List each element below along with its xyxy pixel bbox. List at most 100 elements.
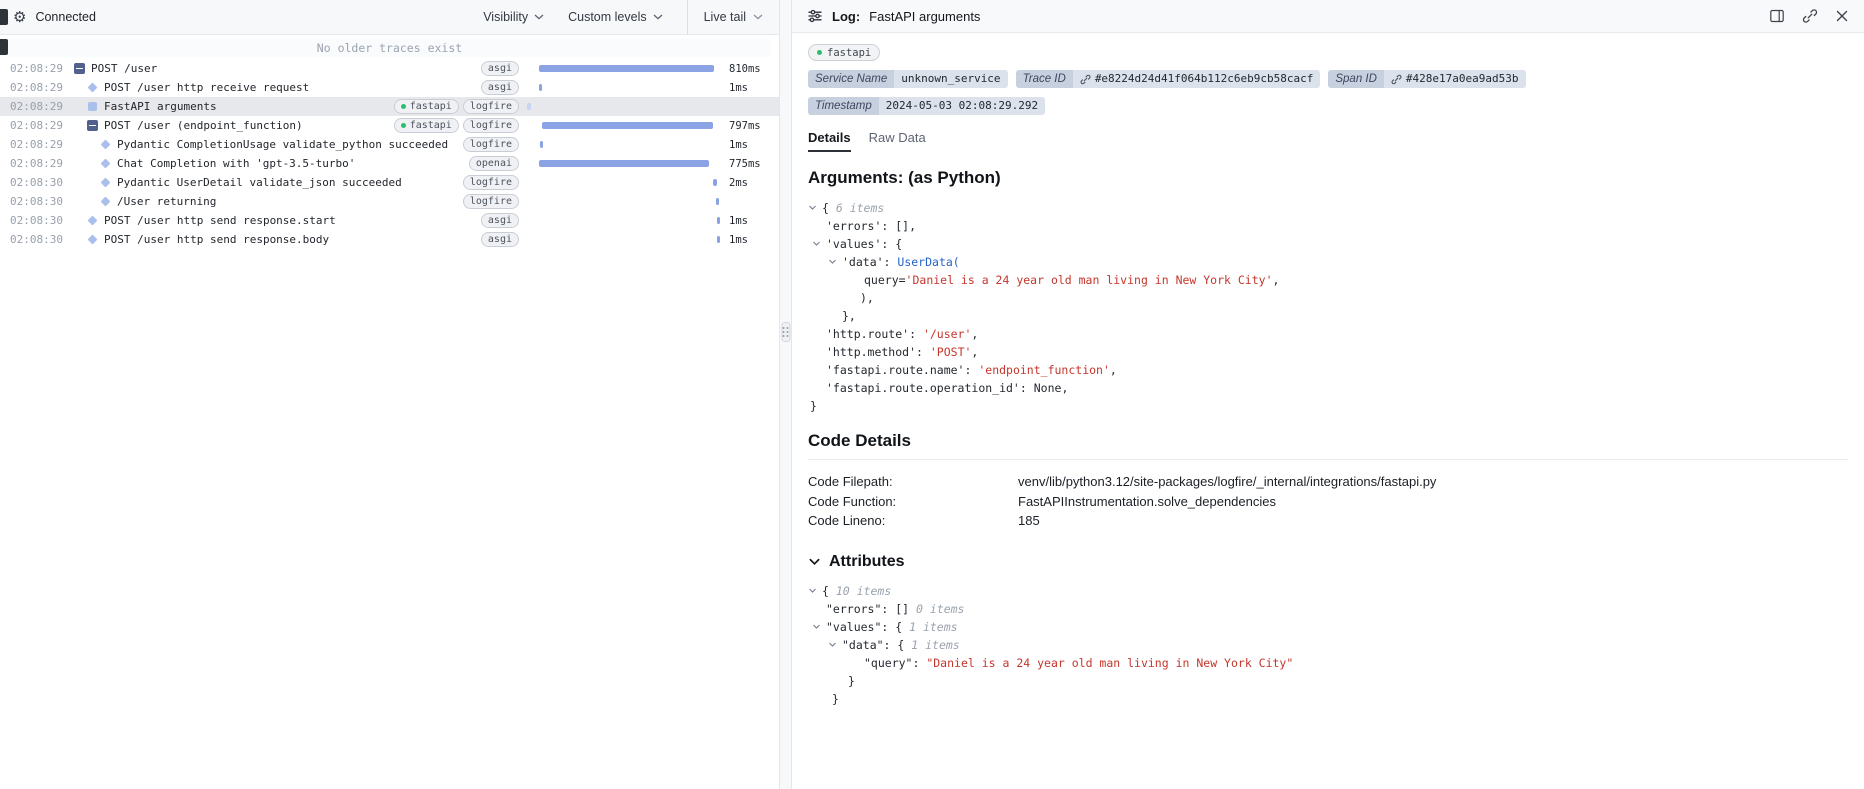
- code-line: 'http.method': 'POST',: [808, 343, 1848, 361]
- left-edge-partial-icon: [0, 39, 8, 55]
- settings-gear-icon[interactable]: ⚙: [13, 10, 26, 25]
- trace-id-label: Trace ID: [1016, 70, 1073, 88]
- code-token: 'Daniel is a 24 year old man living in N…: [906, 273, 1273, 287]
- meta-row-ids: Service Name unknown_service Trace ID #e…: [808, 70, 1848, 88]
- code-token: query=: [864, 273, 906, 287]
- code-token: "values": [826, 620, 881, 634]
- trace-row[interactable]: 02:08:29Pydantic CompletionUsage validat…: [0, 135, 779, 154]
- timestamp-pill: Timestamp 2024-05-03 02:08:29.292: [808, 97, 1045, 115]
- code-filepath-row: Code Filepath: venv/lib/python3.12/site-…: [808, 472, 1848, 492]
- code-line: }: [808, 397, 1848, 415]
- visibility-dropdown[interactable]: Visibility: [483, 10, 544, 24]
- trace-label: POST /user http receive request: [104, 81, 309, 94]
- connection-status: Connected: [35, 10, 95, 24]
- span-id-value: #428e17a0ea9ad53b: [1406, 70, 1519, 88]
- code-token: "Daniel is a 24 year old man living in N…: [926, 656, 1293, 670]
- attributes-heading[interactable]: Attributes: [808, 553, 1848, 571]
- duration-track: [527, 135, 723, 154]
- chevron-down-icon: [753, 14, 763, 20]
- code-details-table: Code Filepath: venv/lib/python3.12/site-…: [808, 472, 1848, 531]
- meta-row-timestamp: Timestamp 2024-05-03 02:08:29.292: [808, 97, 1848, 115]
- code-token: "errors": [826, 602, 881, 616]
- trace-row[interactable]: 02:08:30 POST /user http send response.st…: [0, 211, 779, 230]
- panel-resize-handle[interactable]: [781, 322, 790, 342]
- trace-label: Pydantic UserDetail validate_json succee…: [117, 176, 402, 189]
- span-id-value-wrap[interactable]: #428e17a0ea9ad53b: [1384, 70, 1526, 88]
- span-collapse-icon[interactable]: [72, 63, 86, 74]
- code-line: "values": { 1 items: [808, 618, 1848, 636]
- trace-row[interactable]: 02:08:30Pydantic UserDetail validate_jso…: [0, 173, 779, 192]
- duration-label: 1ms: [723, 139, 779, 151]
- trace-label: POST /user http send response.start: [104, 214, 336, 227]
- green-dot-icon: [401, 104, 406, 109]
- scope-badge-label: fastapi: [827, 47, 871, 59]
- code-token: :: [1020, 381, 1034, 395]
- trace-row[interactable]: 02:08:29Chat Completion with 'gpt-3.5-tu…: [0, 154, 779, 173]
- trace-timestamp: 02:08:29: [10, 119, 72, 132]
- trace-row[interactable]: 02:08:29POST /user http receive requesta…: [0, 78, 779, 97]
- trace-timestamp: 02:08:30: [10, 214, 72, 227]
- live-tail-dropdown[interactable]: Live tail: [687, 0, 779, 34]
- duration-label: 1ms: [723, 234, 779, 246]
- duration-track: [527, 192, 723, 211]
- code-line: }: [808, 690, 1848, 708]
- detail-tabs: Details Raw Data: [808, 130, 1848, 152]
- no-older-traces-notice: No older traces exist: [8, 39, 771, 57]
- trace-id-value-wrap[interactable]: #e8224d24d41f064b112c6eb9cb58cacf: [1073, 70, 1321, 88]
- trace-timestamp: 02:08:29: [10, 100, 72, 113]
- badge-label: logfire: [470, 119, 512, 132]
- code-token: }: [810, 399, 817, 413]
- trace-panel: ⚙ Connected Visibility Custom levels Liv…: [0, 0, 779, 789]
- trace-row[interactable]: 02:08:29POST /user (endpoint_function)fa…: [0, 116, 779, 135]
- code-line: { 10 items: [808, 582, 1848, 600]
- log-diamond-icon: [98, 141, 112, 148]
- trace-row[interactable]: 02:08:30/User returninglogfire: [0, 192, 779, 211]
- code-line: 'fastapi.route.operation_id': None,: [808, 379, 1848, 397]
- code-line: "data": { 1 items: [808, 636, 1848, 654]
- code-token: },: [842, 309, 856, 323]
- left-edge-partial-icon: [0, 9, 8, 25]
- trace-row[interactable]: 02:08:29POST /userasgi810ms: [0, 59, 779, 78]
- duration-label: 797ms: [723, 120, 779, 132]
- expand-chevron-icon[interactable]: [808, 199, 818, 217]
- badge-group: logfire: [457, 137, 527, 152]
- badge-label: logfire: [470, 100, 512, 113]
- link-icon[interactable]: [1802, 8, 1818, 24]
- code-token: 'POST': [930, 345, 972, 359]
- expand-chevron-icon[interactable]: [812, 235, 822, 253]
- code-token: "query": [864, 656, 912, 670]
- badge-label: logfire: [470, 195, 512, 208]
- tab-details[interactable]: Details: [808, 130, 851, 152]
- green-dot-icon: [401, 123, 406, 128]
- trace-row[interactable]: 02:08:30POST /user http send response.bo…: [0, 230, 779, 249]
- badge: logfire: [463, 175, 519, 190]
- duration-track: [527, 173, 723, 192]
- badge-label: openai: [476, 157, 512, 170]
- code-token: 6 items: [836, 201, 884, 215]
- tab-raw-data[interactable]: Raw Data: [869, 130, 926, 152]
- close-icon[interactable]: [1835, 9, 1849, 23]
- panel-layout-icon[interactable]: [1769, 8, 1785, 24]
- expand-chevron-icon[interactable]: [828, 636, 838, 654]
- detail-panel: Log: FastAPI arguments fastapi: [792, 0, 1864, 789]
- code-token: 1 items: [909, 620, 957, 634]
- code-token: {: [822, 584, 836, 598]
- custom-levels-dropdown[interactable]: Custom levels: [568, 10, 663, 24]
- code-token: {: [822, 201, 836, 215]
- trace-row-main: POST /user http receive requestasgi: [72, 80, 527, 95]
- duration-bar: [540, 141, 543, 148]
- duration-track: [527, 59, 723, 78]
- trace-row[interactable]: 02:08:29FastAPI argumentsfastapilogfire: [0, 97, 779, 116]
- detail-kind-label: Log:: [832, 9, 860, 24]
- span-collapse-icon[interactable]: [85, 120, 99, 131]
- expand-chevron-icon[interactable]: [828, 253, 838, 271]
- code-token: ,: [971, 327, 978, 341]
- code-function-value: FastAPIInstrumentation.solve_dependencie…: [1018, 492, 1276, 512]
- detail-header: Log: FastAPI arguments: [792, 0, 1864, 33]
- expand-chevron-icon[interactable]: [808, 582, 818, 600]
- code-line: ),: [808, 289, 1848, 307]
- panel-divider[interactable]: [779, 0, 792, 789]
- badge-group: asgi: [475, 61, 527, 76]
- badge-label: logfire: [470, 176, 512, 189]
- expand-chevron-icon[interactable]: [812, 618, 822, 636]
